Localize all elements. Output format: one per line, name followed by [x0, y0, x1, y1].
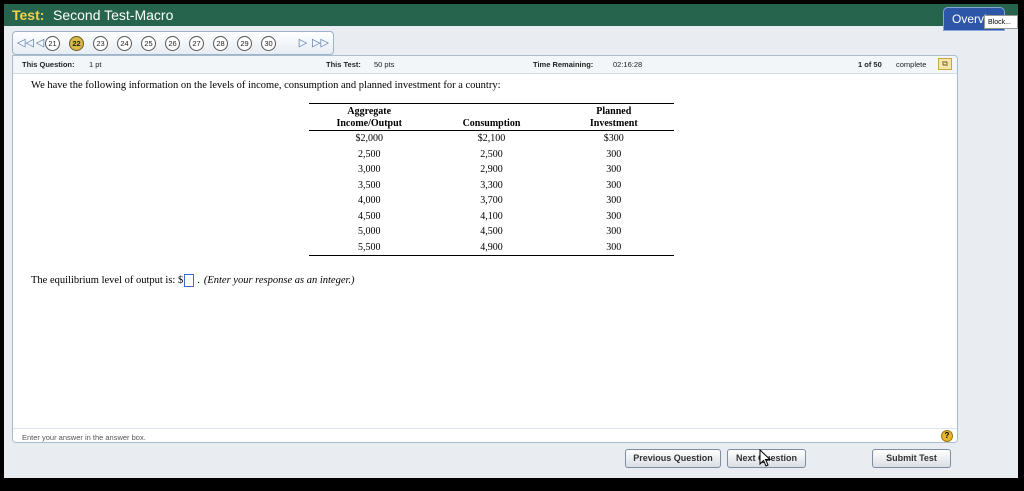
table-row: 2,500 2,500 300 — [309, 147, 674, 163]
table-cell: $2,100 — [477, 133, 506, 144]
header-line: Planned — [596, 106, 632, 117]
data-table: Aggregate Income/Output Consumption Planned… — [309, 103, 674, 256]
question-number-button[interactable]: 23 — [93, 36, 108, 51]
question-text: We have the following information on the… — [31, 80, 501, 91]
answer-input[interactable] — [184, 274, 195, 287]
test-title: Second Test-Macro — [53, 7, 174, 23]
table-cell: 300 — [606, 226, 622, 237]
previous-question-button[interactable]: Previous Question — [625, 449, 721, 468]
header-line: Income/Output — [336, 118, 402, 129]
table-row: 3,000 2,900 300 — [309, 162, 674, 178]
app-window: Test: Second Test-Macro Overview Block..… — [4, 4, 1018, 478]
table-cell: 2,500 — [357, 148, 381, 160]
table-cell: 3,500 — [357, 179, 381, 191]
footer-hint-bar: Enter your answer in the answer box. ? — [13, 428, 957, 442]
next-question-icon[interactable]: ▷ — [296, 36, 310, 50]
progress-count: 1 of 50 — [858, 60, 882, 69]
table-header-row: Aggregate Income/Output Consumption Planned… — [309, 103, 674, 131]
expand-icon[interactable]: ⧉ — [938, 58, 952, 70]
table-cell: 300 — [606, 164, 622, 175]
table-cell: 2,500 — [480, 148, 503, 160]
table-cell: 3,700 — [480, 195, 503, 206]
question-navigator: ◁◁ ◁ 21 22 23 24 25 26 27 28 29 30 ▷ ▷▷ — [12, 31, 334, 55]
submit-test-button[interactable]: Submit Test — [872, 449, 951, 468]
question-panel: This Question: 1 pt This Test: 50 pts Ti… — [12, 55, 958, 443]
time-remaining-value: 02:16:28 — [613, 60, 643, 69]
table-cell: 2,900 — [480, 164, 503, 175]
footer-hint: Enter your answer in the answer box. — [22, 433, 146, 442]
header-line: Aggregate — [347, 106, 392, 117]
this-test-value: 50 pts — [374, 60, 395, 69]
table-cell: 5,500 — [309, 239, 430, 256]
info-bar: This Question: 1 pt This Test: 50 pts Ti… — [13, 56, 957, 74]
table-row: $2,000 $2,100 $300 — [309, 131, 674, 147]
table-cell: 4,900 — [429, 239, 554, 256]
answer-line: The equilibrium level of output is: $ . … — [31, 274, 355, 287]
table-cell: 300 — [606, 195, 622, 206]
progress-status: complete — [896, 60, 927, 69]
table-row: 5,500 4,900 300 — [309, 239, 674, 256]
table-cell: 3,300 — [480, 179, 503, 191]
question-number-button[interactable]: 21 — [45, 36, 60, 51]
table-header-cell: Planned Investment — [553, 103, 674, 131]
table-cell: 5,000 — [357, 226, 381, 237]
table-cell: 300 — [606, 148, 622, 160]
answer-hint: (Enter your response as an integer.) — [203, 275, 355, 286]
question-number-button[interactable]: 22 — [69, 36, 84, 51]
table-header-cell: Aggregate Income/Output — [309, 103, 430, 131]
header-line: Consumption — [462, 118, 521, 129]
this-question-label: This Question: — [22, 60, 75, 69]
table-cell: 3,000 — [357, 164, 381, 175]
header-line: Investment — [589, 118, 638, 129]
table-row: 4,000 3,700 300 — [309, 193, 674, 209]
table-cell: 4,100 — [480, 210, 503, 222]
table-row: 3,500 3,300 300 — [309, 178, 674, 194]
question-number-button[interactable]: 26 — [165, 36, 180, 51]
answer-prefix: The equilibrium level of output is: $ — [31, 275, 184, 286]
last-question-icon[interactable]: ▷▷ — [312, 36, 329, 50]
first-question-icon[interactable]: ◁◁ — [17, 36, 34, 50]
question-number-button[interactable]: 30 — [261, 36, 276, 51]
table-cell: 4,500 — [357, 210, 381, 222]
help-icon[interactable]: ? — [941, 430, 953, 442]
title-bar: Test: Second Test-Macro — [4, 4, 1018, 26]
answer-suffix: . — [197, 275, 200, 286]
table-cell: 300 — [606, 179, 622, 191]
question-number-button[interactable]: 25 — [141, 36, 156, 51]
question-number-button[interactable]: 24 — [117, 36, 132, 51]
table-cell: $2,000 — [355, 133, 383, 144]
this-question-value: 1 pt — [89, 60, 102, 69]
test-label: Test: — [12, 7, 45, 23]
table-row: 5,000 4,500 300 — [309, 224, 674, 240]
header-line — [429, 106, 553, 118]
table-cell: 300 — [606, 210, 622, 222]
table-cell: 4,500 — [480, 226, 503, 237]
table-cell: $300 — [603, 133, 624, 144]
table-cell: 4,000 — [357, 195, 381, 206]
table-header-cell: Consumption — [429, 103, 554, 131]
question-number-button[interactable]: 28 — [213, 36, 228, 51]
time-remaining-label: Time Remaining: — [533, 60, 594, 69]
question-number-button[interactable]: 29 — [237, 36, 252, 51]
this-test-label: This Test: — [326, 60, 361, 69]
table-row: 4,500 4,100 300 — [309, 209, 674, 225]
question-number-button[interactable]: 27 — [189, 36, 204, 51]
mouse-cursor-icon — [759, 449, 772, 467]
table-cell: 300 — [553, 239, 674, 256]
tooltip: Block... — [984, 15, 1018, 29]
